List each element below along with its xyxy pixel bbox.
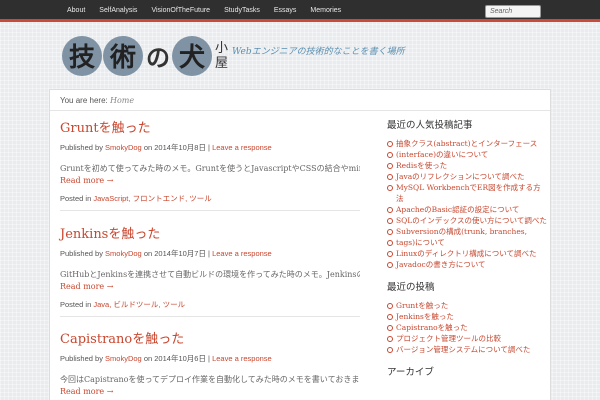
leave-response-link[interactable]: Leave a response bbox=[212, 354, 272, 363]
widget-title: 最近の投稿 bbox=[387, 282, 435, 293]
widget-archive: アーカイブ bbox=[387, 364, 547, 378]
post-date: on 2014年10月6日 | bbox=[143, 354, 210, 363]
leave-response-link[interactable]: Leave a response bbox=[212, 143, 272, 152]
list-item[interactable]: SQLのインデックスの使い方について調べた bbox=[387, 215, 547, 226]
logo-circle-2: 術 bbox=[103, 35, 143, 76]
nav-item-studytasks[interactable]: StudyTasks bbox=[217, 0, 267, 22]
list-item[interactable]: ApacheのBasic認証の設定について bbox=[387, 204, 547, 215]
post-byline: Published by SmokyDog on 2014年10月8日 | Le… bbox=[60, 142, 360, 153]
logo-circle-1: 技 bbox=[62, 35, 102, 76]
post-date: on 2014年10月8日 | bbox=[143, 143, 210, 152]
post-divider bbox=[60, 316, 360, 317]
post-byline: Published by SmokyDog on 2014年10月6日 | Le… bbox=[60, 353, 360, 364]
list-item[interactable]: Jenkinsを触った bbox=[387, 311, 547, 322]
nav-item-memories[interactable]: Memories bbox=[303, 0, 348, 22]
post-1: Gruntを触った Published by SmokyDog on 2014年… bbox=[60, 117, 360, 211]
list-item[interactable]: Javadocの書き方について bbox=[387, 259, 547, 270]
byline-prefix: Published by bbox=[60, 354, 103, 363]
list-item[interactable]: 抽象クラス(abstract)とインターフェース bbox=[387, 138, 547, 149]
list-item[interactable]: tags)について bbox=[387, 237, 547, 248]
post-title[interactable]: Jenkinsを触った bbox=[60, 223, 360, 242]
read-more-link[interactable]: Read more → bbox=[60, 387, 360, 396]
nav-item-about[interactable]: About bbox=[60, 0, 92, 22]
category-link[interactable]: フロントエンド, bbox=[133, 194, 188, 203]
read-more-link[interactable]: Read more → bbox=[60, 282, 360, 291]
list-item[interactable]: バージョン管理システムについて調べた bbox=[387, 344, 547, 355]
post-categories: Posted in Java, ビルドツール, ツール bbox=[60, 299, 360, 310]
list-item[interactable]: (interface)の違いについて bbox=[387, 149, 547, 160]
category-link[interactable]: ツール bbox=[189, 194, 212, 203]
category-link[interactable]: ツール bbox=[163, 300, 186, 309]
site-logo[interactable]: 技 術 の 犬 小 屋 bbox=[62, 33, 228, 78]
widget-title: 最近の人気投稿記事 bbox=[387, 120, 473, 131]
nav-item-selfanalysis[interactable]: SelfAnalysis bbox=[92, 0, 144, 22]
widget-title: アーカイブ bbox=[387, 367, 434, 378]
site-tagline: Webエンジニアの技術的なことを書く場所 bbox=[232, 47, 405, 57]
post-title[interactable]: Gruntを触った bbox=[60, 117, 360, 136]
posted-in-label: Posted in bbox=[60, 194, 92, 203]
byline-prefix: Published by bbox=[60, 143, 103, 152]
post-categories: Posted in JavaScript, フロントエンド, ツール bbox=[60, 193, 360, 204]
leave-response-link[interactable]: Leave a response bbox=[212, 249, 272, 258]
post-excerpt: GitHubとJenkinsを連携させて自動ビルドの環境を作ってみた時のメモ。J… bbox=[60, 270, 360, 279]
main-content: You are here: Home Gruntを触った Published b… bbox=[49, 89, 551, 400]
read-more-link[interactable]: Read more → bbox=[60, 176, 360, 185]
logo-small: 小 屋 bbox=[215, 41, 228, 71]
logo-small-bottom: 屋 bbox=[215, 55, 229, 71]
logo-circle-3: 犬 bbox=[172, 35, 212, 76]
author-link[interactable]: SmokyDog bbox=[105, 354, 142, 363]
list-item[interactable]: Redisを使った bbox=[387, 160, 547, 171]
logo-no: の bbox=[146, 44, 170, 72]
recent-list: Gruntを触った Jenkinsを触った Capistranoを触った プロジ… bbox=[387, 300, 547, 355]
list-item[interactable]: Gruntを触った bbox=[387, 300, 547, 311]
post-excerpt: Gruntを初めて使ってみた時のメモ。Gruntを使うとJavascriptやC… bbox=[60, 164, 360, 173]
post-date: on 2014年10月7日 | bbox=[143, 249, 210, 258]
byline-prefix: Published by bbox=[60, 249, 103, 258]
category-link[interactable]: Java, bbox=[93, 300, 111, 309]
category-link[interactable]: JavaScript, bbox=[93, 194, 130, 203]
list-item[interactable]: Linuxのディレクトリ構成について調べた bbox=[387, 248, 547, 259]
category-link[interactable]: ビルドツール, bbox=[113, 300, 160, 309]
widget-popular-posts: 最近の人気投稿記事 抽象クラス(abstract)とインターフェース (inte… bbox=[387, 117, 547, 270]
sidebar: 最近の人気投稿記事 抽象クラス(abstract)とインターフェース (inte… bbox=[387, 117, 547, 385]
search-input[interactable]: Search bbox=[485, 5, 541, 18]
post-divider bbox=[60, 210, 360, 211]
author-link[interactable]: SmokyDog bbox=[105, 143, 142, 152]
breadcrumb-label: You are here: bbox=[60, 96, 108, 105]
logo-small-top: 小 bbox=[215, 40, 229, 56]
popular-list: 抽象クラス(abstract)とインターフェース (interface)の違いに… bbox=[387, 138, 547, 270]
author-link[interactable]: SmokyDog bbox=[105, 249, 142, 258]
breadcrumb-home[interactable]: Home bbox=[110, 96, 134, 105]
widget-recent-posts: 最近の投稿 Gruntを触った Jenkinsを触った Capistranoを触… bbox=[387, 279, 547, 355]
divider bbox=[50, 110, 550, 111]
post-2: Jenkinsを触った Published by SmokyDog on 201… bbox=[60, 223, 360, 317]
breadcrumb: You are here: Home bbox=[60, 96, 134, 105]
nav-item-vision[interactable]: VisionOfTheFuture bbox=[144, 0, 217, 22]
list-item[interactable]: プロジェクト管理ツールの比較 bbox=[387, 333, 547, 344]
posted-in-label: Posted in bbox=[60, 300, 92, 309]
list-item[interactable]: MySQL WorkbenchでER図を作成する方法 bbox=[387, 182, 547, 204]
post-byline: Published by SmokyDog on 2014年10月7日 | Le… bbox=[60, 248, 360, 259]
list-item[interactable]: Subversionの構成(trunk, branches, bbox=[387, 226, 547, 237]
nav-menu: About SelfAnalysis VisionOfTheFuture Stu… bbox=[60, 0, 348, 22]
top-navigation: About SelfAnalysis VisionOfTheFuture Stu… bbox=[0, 0, 600, 22]
nav-item-essays[interactable]: Essays bbox=[267, 0, 304, 22]
post-excerpt: 今回はCapistranoを使ってデプロイ作業を自動化してみた時のメモを書いてお… bbox=[60, 375, 360, 384]
post-title[interactable]: Capistranoを触った bbox=[60, 328, 360, 347]
list-item[interactable]: Capistranoを触った bbox=[387, 322, 547, 333]
list-item[interactable]: Javaのリフレクションについて調べた bbox=[387, 171, 547, 182]
post-3: Capistranoを触った Published by SmokyDog on … bbox=[60, 328, 360, 396]
